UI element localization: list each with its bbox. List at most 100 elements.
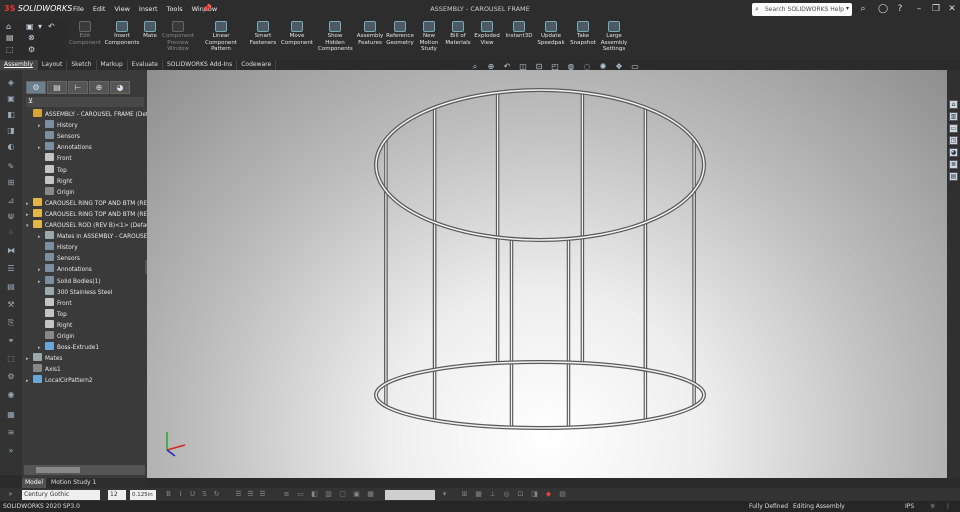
tree-item[interactable]: Sensors xyxy=(38,131,80,142)
close-icon[interactable]: ✕ xyxy=(945,3,959,15)
tree-item[interactable]: Right xyxy=(38,319,72,331)
menu-file[interactable]: File xyxy=(73,5,84,13)
font-size-select[interactable]: 12 xyxy=(108,490,126,500)
fill-icon[interactable]: ▣ xyxy=(352,490,361,499)
tree-item[interactable]: ▸ Mates xyxy=(26,353,62,364)
mate-button[interactable]: Mate xyxy=(140,19,160,60)
tree-item[interactable]: ▸ Boss-Extrude1 xyxy=(38,342,99,353)
layer-icon[interactable]: ≋ xyxy=(5,428,17,438)
tree-item[interactable]: Axis1 xyxy=(26,364,61,375)
chevron-down-icon[interactable]: » xyxy=(6,490,15,499)
pattern-icon[interactable]: ⁘ xyxy=(5,228,17,238)
select-icon[interactable]: ⬚ xyxy=(6,45,14,54)
tab-motion-study-1[interactable]: Motion Study 1 xyxy=(48,478,99,488)
carousel-frame-model[interactable] xyxy=(147,70,947,478)
color-icon[interactable]: ▥ xyxy=(324,490,333,499)
tree-item[interactable]: Front xyxy=(38,297,72,309)
gear-icon[interactable]: ⚙ xyxy=(28,45,35,54)
sketch-icon[interactable]: ✎ xyxy=(5,162,17,172)
component-icon[interactable]: ◈ xyxy=(5,78,17,88)
tree-item[interactable]: Right xyxy=(38,175,72,187)
align-center-icon[interactable]: ☰ xyxy=(246,490,255,499)
zoom-to-fit-icon[interactable]: ⌕ xyxy=(470,62,480,72)
top-ring[interactable] xyxy=(374,88,706,242)
take-snapshot-button[interactable]: Take Snapshot xyxy=(568,19,598,60)
panel-horizontal-scrollbar[interactable] xyxy=(24,465,145,475)
quick-tips-icon[interactable]: ☼ xyxy=(930,503,935,510)
new-motion-study-button[interactable]: New Motion Study xyxy=(416,19,442,60)
menu-edit[interactable]: Edit xyxy=(93,5,106,13)
table-icon[interactable]: ▦ xyxy=(5,410,17,420)
tab-sketch[interactable]: Sketch xyxy=(67,60,97,70)
magnet-icon[interactable]: ⋓ xyxy=(5,212,17,222)
insert-components-button[interactable]: Insert Components xyxy=(104,19,140,60)
tree-item[interactable]: ▸ Annotations xyxy=(38,142,92,153)
fillet-icon[interactable]: ◐ xyxy=(5,142,17,152)
view-orientation-icon[interactable]: ◰ xyxy=(550,62,560,72)
double-chevron-down-icon[interactable]: » xyxy=(5,446,17,456)
component-preview-window-button[interactable]: Component Preview Window xyxy=(160,19,196,60)
weld-icon[interactable]: ⚒ xyxy=(5,300,17,310)
measure-icon[interactable]: ⊿ xyxy=(5,196,17,206)
edit-appearance-icon[interactable]: ✺ xyxy=(598,62,608,72)
tree-item[interactable]: 300 Stainless Steel xyxy=(38,286,112,298)
configuration-manager-tab-icon[interactable]: ⊢ xyxy=(68,81,88,94)
chevron-down-icon[interactable]: ▾ xyxy=(38,22,42,31)
search-dropdown-icon[interactable]: ▾ xyxy=(846,5,849,12)
smart-fasteners-button[interactable]: Smart Fasteners xyxy=(246,19,280,60)
restore-icon[interactable]: ❐ xyxy=(929,3,943,15)
tree-item[interactable]: Sensors xyxy=(38,253,80,264)
reference-geometry-button[interactable]: Reference Geometry xyxy=(384,19,416,60)
help-search-input[interactable]: ⌕ Search SOLIDWORKS Help ▾ xyxy=(752,3,852,16)
tree-item[interactable]: Origin xyxy=(38,331,75,342)
select-filter-icon[interactable]: ⬚ xyxy=(5,354,17,364)
minimize-icon[interactable]: – xyxy=(912,3,926,15)
drawing-icon[interactable]: ▤ xyxy=(5,282,17,292)
menu-tools[interactable]: Tools xyxy=(167,5,183,13)
linear-component-pattern-button[interactable]: Linear Component Pattern xyxy=(196,19,246,60)
property-manager-tab-icon[interactable]: ▤ xyxy=(47,81,67,94)
feature-icon[interactable]: ▣ xyxy=(5,94,17,104)
traffic-light-icon[interactable]: ⊗ xyxy=(28,33,35,42)
tab-markup[interactable]: Markup xyxy=(97,60,128,70)
tree-item[interactable]: Top xyxy=(38,308,67,320)
search-button-icon[interactable]: ⌕ xyxy=(856,3,870,15)
font-height-select[interactable]: 0.125in xyxy=(130,490,156,500)
appearances-icon[interactable]: ◕ xyxy=(949,148,958,157)
custom-properties-icon[interactable]: ≣ xyxy=(949,160,958,169)
pin-menu-icon[interactable]: 📌 xyxy=(202,4,212,13)
grid-toggle-icon[interactable]: ▦ xyxy=(474,490,483,499)
design-library-icon[interactable]: ▥ xyxy=(949,112,958,121)
cut-icon[interactable]: ◨ xyxy=(5,126,17,136)
bom-icon[interactable]: ☰ xyxy=(5,264,17,274)
hatch-icon[interactable]: ▦ xyxy=(366,490,375,499)
line-weight-icon[interactable]: ▭ xyxy=(296,490,305,499)
routing-icon[interactable]: ⎘ xyxy=(5,318,17,328)
view-settings-icon[interactable]: ▭ xyxy=(630,62,640,72)
graphics-area[interactable] xyxy=(147,70,947,478)
dimxpert-tab-icon[interactable]: ⊕ xyxy=(89,81,109,94)
tab-evaluate[interactable]: Evaluate xyxy=(128,60,163,70)
tree-item[interactable]: Front xyxy=(38,153,72,164)
rotate-icon[interactable]: ↻ xyxy=(212,490,221,499)
dropdown-arrow-icon[interactable]: ▾ xyxy=(440,490,449,499)
tree-item[interactable]: ▾ CAROUSEL ROD (REV B)<1> (Default) xyxy=(26,220,156,231)
render-icon[interactable]: ◉ xyxy=(5,390,17,400)
bill-of-materials-button[interactable]: Bill of Materials xyxy=(444,19,472,60)
edit-component-button[interactable]: Edit Component xyxy=(66,19,104,60)
feature-manager-tab-icon[interactable]: ⚙ xyxy=(26,81,46,94)
undo-icon[interactable]: ↶ xyxy=(48,22,55,31)
tree-item[interactable]: ▸ Solid Bodies(1) xyxy=(38,275,101,287)
tree-item[interactable]: ▸ LocalCirPattern2 xyxy=(26,375,93,386)
object-snap-icon[interactable]: ⊡ xyxy=(516,490,525,499)
tab-assembly[interactable]: Assembly xyxy=(0,60,38,70)
assembly-features-button[interactable]: Assembly Features xyxy=(356,19,384,60)
strikethrough-icon[interactable]: S xyxy=(200,490,209,499)
units-status[interactable]: IPS xyxy=(905,503,914,510)
large-assembly-settings-button[interactable]: Large Assembly Settings xyxy=(598,19,630,60)
tab-addins[interactable]: SOLIDWORKS Add-Ins xyxy=(163,60,238,70)
toolbox-icon[interactable]: ⚙ xyxy=(5,372,17,382)
customize-status-icon[interactable]: ⋮ xyxy=(945,503,951,510)
show-hidden-components-button[interactable]: Show Hidden Components xyxy=(318,19,353,60)
update-speedpak-button[interactable]: Update Speedpak xyxy=(536,19,566,60)
